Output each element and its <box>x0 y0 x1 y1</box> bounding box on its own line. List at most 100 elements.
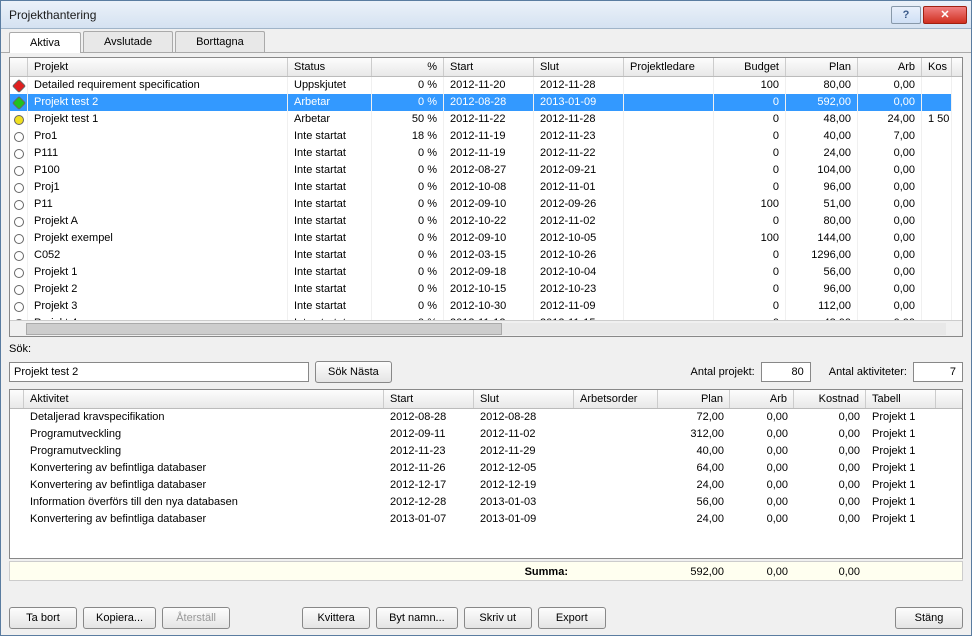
project-row[interactable]: Projekt 3Inte startat0 %2012-10-302012-1… <box>10 298 962 315</box>
activity-row[interactable]: Detaljerad kravspecifikation2012-08-2820… <box>10 409 962 426</box>
cell-kost: 0,00 <box>794 494 866 511</box>
cell-slut: 2012-10-05 <box>534 230 624 247</box>
cell-budget: 0 <box>714 94 786 111</box>
project-row[interactable]: Detailed requirement specificationUppskj… <box>10 77 962 94</box>
col2-slut[interactable]: Slut <box>474 390 574 408</box>
project-row[interactable]: Projekt AInte startat0 %2012-10-222012-1… <box>10 213 962 230</box>
cell-pct: 0 % <box>372 247 444 264</box>
cell-slut: 2012-09-26 <box>534 196 624 213</box>
activity-count-label: Antal aktiviteter: <box>829 366 907 378</box>
cell-start: 2012-11-23 <box>384 443 474 460</box>
activity-row[interactable]: Programutveckling2012-11-232012-11-2940,… <box>10 443 962 460</box>
tab-aktiva[interactable]: Aktiva <box>9 32 81 53</box>
cell-budget: 0 <box>714 281 786 298</box>
cell-kost <box>922 230 952 247</box>
cell-slut: 2013-01-09 <box>474 511 574 528</box>
cell-slut: 2013-01-03 <box>474 494 574 511</box>
cell-plan: 112,00 <box>786 298 858 315</box>
cell-ledare <box>624 162 714 179</box>
col2-aktivitet[interactable]: Aktivitet <box>24 390 384 408</box>
cell-arb: 0,00 <box>730 477 794 494</box>
col2-tabell[interactable]: Tabell <box>866 390 936 408</box>
project-row[interactable]: P100Inte startat0 %2012-08-272012-09-210… <box>10 162 962 179</box>
activity-row[interactable]: Konvertering av befintliga databaser2012… <box>10 460 962 477</box>
cell-kost <box>922 298 952 315</box>
cell-start: 2012-08-28 <box>384 409 474 426</box>
close-window-button[interactable]: ✕ <box>923 6 967 24</box>
cell-slut: 2012-11-01 <box>534 179 624 196</box>
project-row[interactable]: Projekt exempelInte startat0 %2012-09-10… <box>10 230 962 247</box>
titlebar[interactable]: Projekthantering ? ✕ <box>1 1 971 29</box>
help-button[interactable]: ? <box>891 6 921 24</box>
activities-grid[interactable]: Aktivitet Start Slut Arbetsorder Plan Ar… <box>9 389 963 559</box>
cell-plan: 56,00 <box>658 494 730 511</box>
cell-start: 2012-11-26 <box>384 460 474 477</box>
col2-arbetsorder[interactable]: Arbetsorder <box>574 390 658 408</box>
col-slut[interactable]: Slut <box>534 58 624 76</box>
col2-plan[interactable]: Plan <box>658 390 730 408</box>
col2-arb[interactable]: Arb <box>730 390 794 408</box>
activity-row[interactable]: Information överförs till den nya databa… <box>10 494 962 511</box>
project-row[interactable]: P11Inte startat0 %2012-09-102012-09-2610… <box>10 196 962 213</box>
cell-arb: 0,00 <box>730 494 794 511</box>
cell-name: Projekt A <box>28 213 288 230</box>
col2-start[interactable]: Start <box>384 390 474 408</box>
status-icon <box>14 115 24 125</box>
status-icon <box>11 78 25 92</box>
project-row[interactable]: Projekt 1Inte startat0 %2012-09-182012-1… <box>10 264 962 281</box>
col-projekt[interactable]: Projekt <box>28 58 288 76</box>
project-row[interactable]: Projekt 2Inte startat0 %2012-10-152012-1… <box>10 281 962 298</box>
col-status[interactable]: Status <box>288 58 372 76</box>
delete-button[interactable]: Ta bort <box>9 607 77 629</box>
button-bar: Ta bort Kopiera... Återställ Kvittera By… <box>9 597 963 629</box>
sum-kost: 0,00 <box>794 562 866 582</box>
col2-kostnad[interactable]: Kostnad <box>794 390 866 408</box>
projects-grid[interactable]: Projekt Status % Start Slut Projektledar… <box>9 57 963 337</box>
cell-name: Proj1 <box>28 179 288 196</box>
project-row[interactable]: Pro1Inte startat18 %2012-11-192012-11-23… <box>10 128 962 145</box>
cell-start: 2012-09-10 <box>444 196 534 213</box>
export-button[interactable]: Export <box>538 607 606 629</box>
col-start[interactable]: Start <box>444 58 534 76</box>
activity-row[interactable]: Konvertering av befintliga databaser2012… <box>10 477 962 494</box>
cell-kost <box>922 94 952 111</box>
tab-borttagna[interactable]: Borttagna <box>175 31 265 52</box>
project-row[interactable]: C052Inte startat0 %2012-03-152012-10-260… <box>10 247 962 264</box>
cell-kost <box>922 247 952 264</box>
restore-button: Återställ <box>162 607 230 629</box>
receipt-button[interactable]: Kvittera <box>302 607 370 629</box>
project-row[interactable]: Proj1Inte startat0 %2012-10-082012-11-01… <box>10 179 962 196</box>
search-input[interactable] <box>9 362 309 382</box>
rename-button[interactable]: Byt namn... <box>376 607 458 629</box>
project-row[interactable]: Projekt test 2Arbetar0 %2012-08-282013-0… <box>10 94 962 111</box>
search-next-button[interactable]: Sök Nästa <box>315 361 392 383</box>
projects-header-row[interactable]: Projekt Status % Start Slut Projektledar… <box>10 58 962 77</box>
col-kost[interactable]: Kos <box>922 58 952 76</box>
activity-row[interactable]: Konvertering av befintliga databaser2013… <box>10 511 962 528</box>
status-icon <box>14 166 24 176</box>
col-ledare[interactable]: Projektledare <box>624 58 714 76</box>
project-row[interactable]: P111Inte startat0 %2012-11-192012-11-220… <box>10 145 962 162</box>
activities-header-row[interactable]: Aktivitet Start Slut Arbetsorder Plan Ar… <box>10 390 962 409</box>
cell-budget: 0 <box>714 162 786 179</box>
col-plan[interactable]: Plan <box>786 58 858 76</box>
project-row[interactable]: Projekt test 1Arbetar50 %2012-11-222012-… <box>10 111 962 128</box>
copy-button[interactable]: Kopiera... <box>83 607 156 629</box>
cell-arb: 0,00 <box>730 460 794 477</box>
cell-status: Inte startat <box>288 179 372 196</box>
col-arb[interactable]: Arb <box>858 58 922 76</box>
cell-arb: 0,00 <box>858 179 922 196</box>
col-pct[interactable]: % <box>372 58 444 76</box>
cell-pct: 18 % <box>372 128 444 145</box>
cell-slut: 2012-11-02 <box>474 426 574 443</box>
close-button[interactable]: Stäng <box>895 607 963 629</box>
activity-row[interactable]: Programutveckling2012-09-112012-11-02312… <box>10 426 962 443</box>
print-button[interactable]: Skriv ut <box>464 607 532 629</box>
col-budget[interactable]: Budget <box>714 58 786 76</box>
projects-hscroll[interactable] <box>10 320 962 336</box>
cell-name: Detailed requirement specification <box>28 77 288 94</box>
status-icon <box>14 149 24 159</box>
cell-start: 2012-08-28 <box>444 94 534 111</box>
cell-arb: 0,00 <box>858 264 922 281</box>
tab-avslutade[interactable]: Avslutade <box>83 31 173 52</box>
